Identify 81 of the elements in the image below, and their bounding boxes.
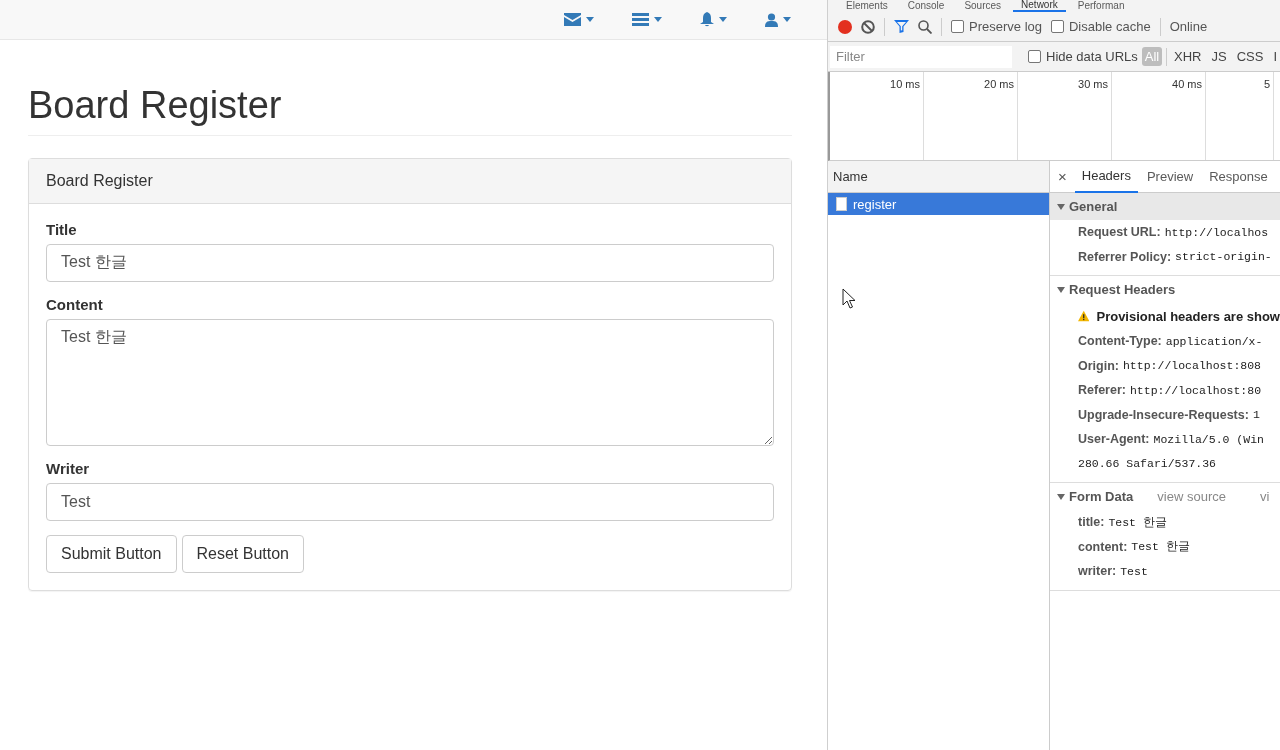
form-button[interactable]: Submit Button [46,534,177,573]
warning-icon [1078,310,1090,322]
field-label: Title [46,220,77,238]
form-button[interactable]: Reset Button [181,534,304,573]
devtools-tab[interactable]: Sources [956,0,1010,12]
header-name: Content-Type: [1078,334,1162,349]
header-name: writer: [1078,564,1117,579]
header-name: Referrer Policy: [1078,249,1172,264]
envelope-icon [564,13,581,26]
checkbox[interactable] [1028,50,1041,63]
section-header[interactable]: Form Data view source vi [1050,483,1280,510]
input-field[interactable]: Test 한글 [46,243,774,282]
header-name: Referer: [1078,383,1126,398]
clear-icon[interactable] [861,19,875,34]
header-value: http://localhost:808 [1122,359,1261,373]
type-filter[interactable]: I [1270,47,1280,66]
devtools-tab[interactable]: Console [899,0,953,12]
tick-label: 40 ms [1172,78,1202,90]
header-value: application/x- [1165,334,1263,348]
record-icon[interactable] [838,19,852,34]
devtools-tab[interactable]: Elements [838,0,896,12]
input-field[interactable]: Test [46,482,774,521]
header-name: Origin: [1078,358,1119,373]
type-filter[interactable]: CSS [1233,47,1267,66]
details-tab[interactable]: Response [1202,161,1275,193]
tick-label: 20 ms [984,78,1014,90]
filter-icon[interactable] [894,20,909,33]
checkbox-label: Hide data URLs [1046,49,1138,64]
cursor-icon [842,288,856,309]
view-link[interactable]: vi [1259,489,1270,504]
textarea-field[interactable]: Test 한글 [46,318,774,446]
throttling-dropdown[interactable]: Online [1169,19,1208,34]
checkbox-label: Disable cache [1069,19,1151,34]
document-icon [836,197,847,211]
header-value: strict-origin- [1175,250,1272,264]
tick-label: 5 [1263,78,1270,90]
section-title: Request Headers [1069,282,1176,297]
header-value: http://localhost:80 [1129,383,1262,397]
list-icon [632,13,649,26]
section-title: Form Data [1069,489,1134,504]
caret-icon [719,17,727,22]
field-label: Writer [46,459,90,477]
request-row[interactable]: register [828,193,1049,215]
bell-icon [700,12,714,27]
header-value: Mozilla/5.0 (Win [1153,432,1264,446]
section-header[interactable]: General [1050,193,1280,220]
header-value: Test [1120,564,1148,578]
details-tab[interactable]: Preview [1139,161,1201,193]
devtools-tab[interactable]: Performan [1069,0,1133,12]
caret-icon [654,17,662,22]
checkbox-label: Preserve log [969,19,1042,34]
tick-label: 30 ms [1078,78,1108,90]
warning-text: Provisional headers are show [1096,308,1280,324]
checkbox[interactable] [951,20,964,33]
type-filter[interactable]: JS [1208,47,1230,66]
header-name: content: [1078,539,1128,554]
header-value: Test 한글 [1131,539,1190,555]
type-filter[interactable]: XHR [1171,47,1205,66]
header-value: 280.66 Safari/537.36 [1078,457,1217,471]
checkbox[interactable] [1051,20,1064,33]
user-icon [765,12,778,27]
close-button[interactable]: × [1058,168,1073,185]
header-value: 1 [1252,408,1260,422]
column-header: Name [828,161,1049,193]
field-label: Content [46,295,103,313]
header-value: Test 한글 [1108,514,1167,530]
filter-field[interactable]: Filter [830,45,1012,68]
page-heading: Board Register [28,85,792,136]
header-name: title: [1078,515,1105,530]
panel-heading: Board Register [29,158,791,204]
header-value: http://localhos [1164,225,1269,239]
header-name: Request URL: [1078,225,1161,240]
caret-icon [586,17,594,22]
caret-icon [783,17,791,22]
section-title: General [1069,199,1118,214]
tick-label: 10 ms [890,78,920,90]
view-link[interactable]: view source [1157,489,1226,504]
header-name: User-Agent: [1078,432,1150,447]
header-name: Upgrade-Insecure-Requests: [1078,407,1249,422]
search-icon[interactable] [918,19,932,34]
section-header[interactable]: Request Headers [1050,276,1280,303]
